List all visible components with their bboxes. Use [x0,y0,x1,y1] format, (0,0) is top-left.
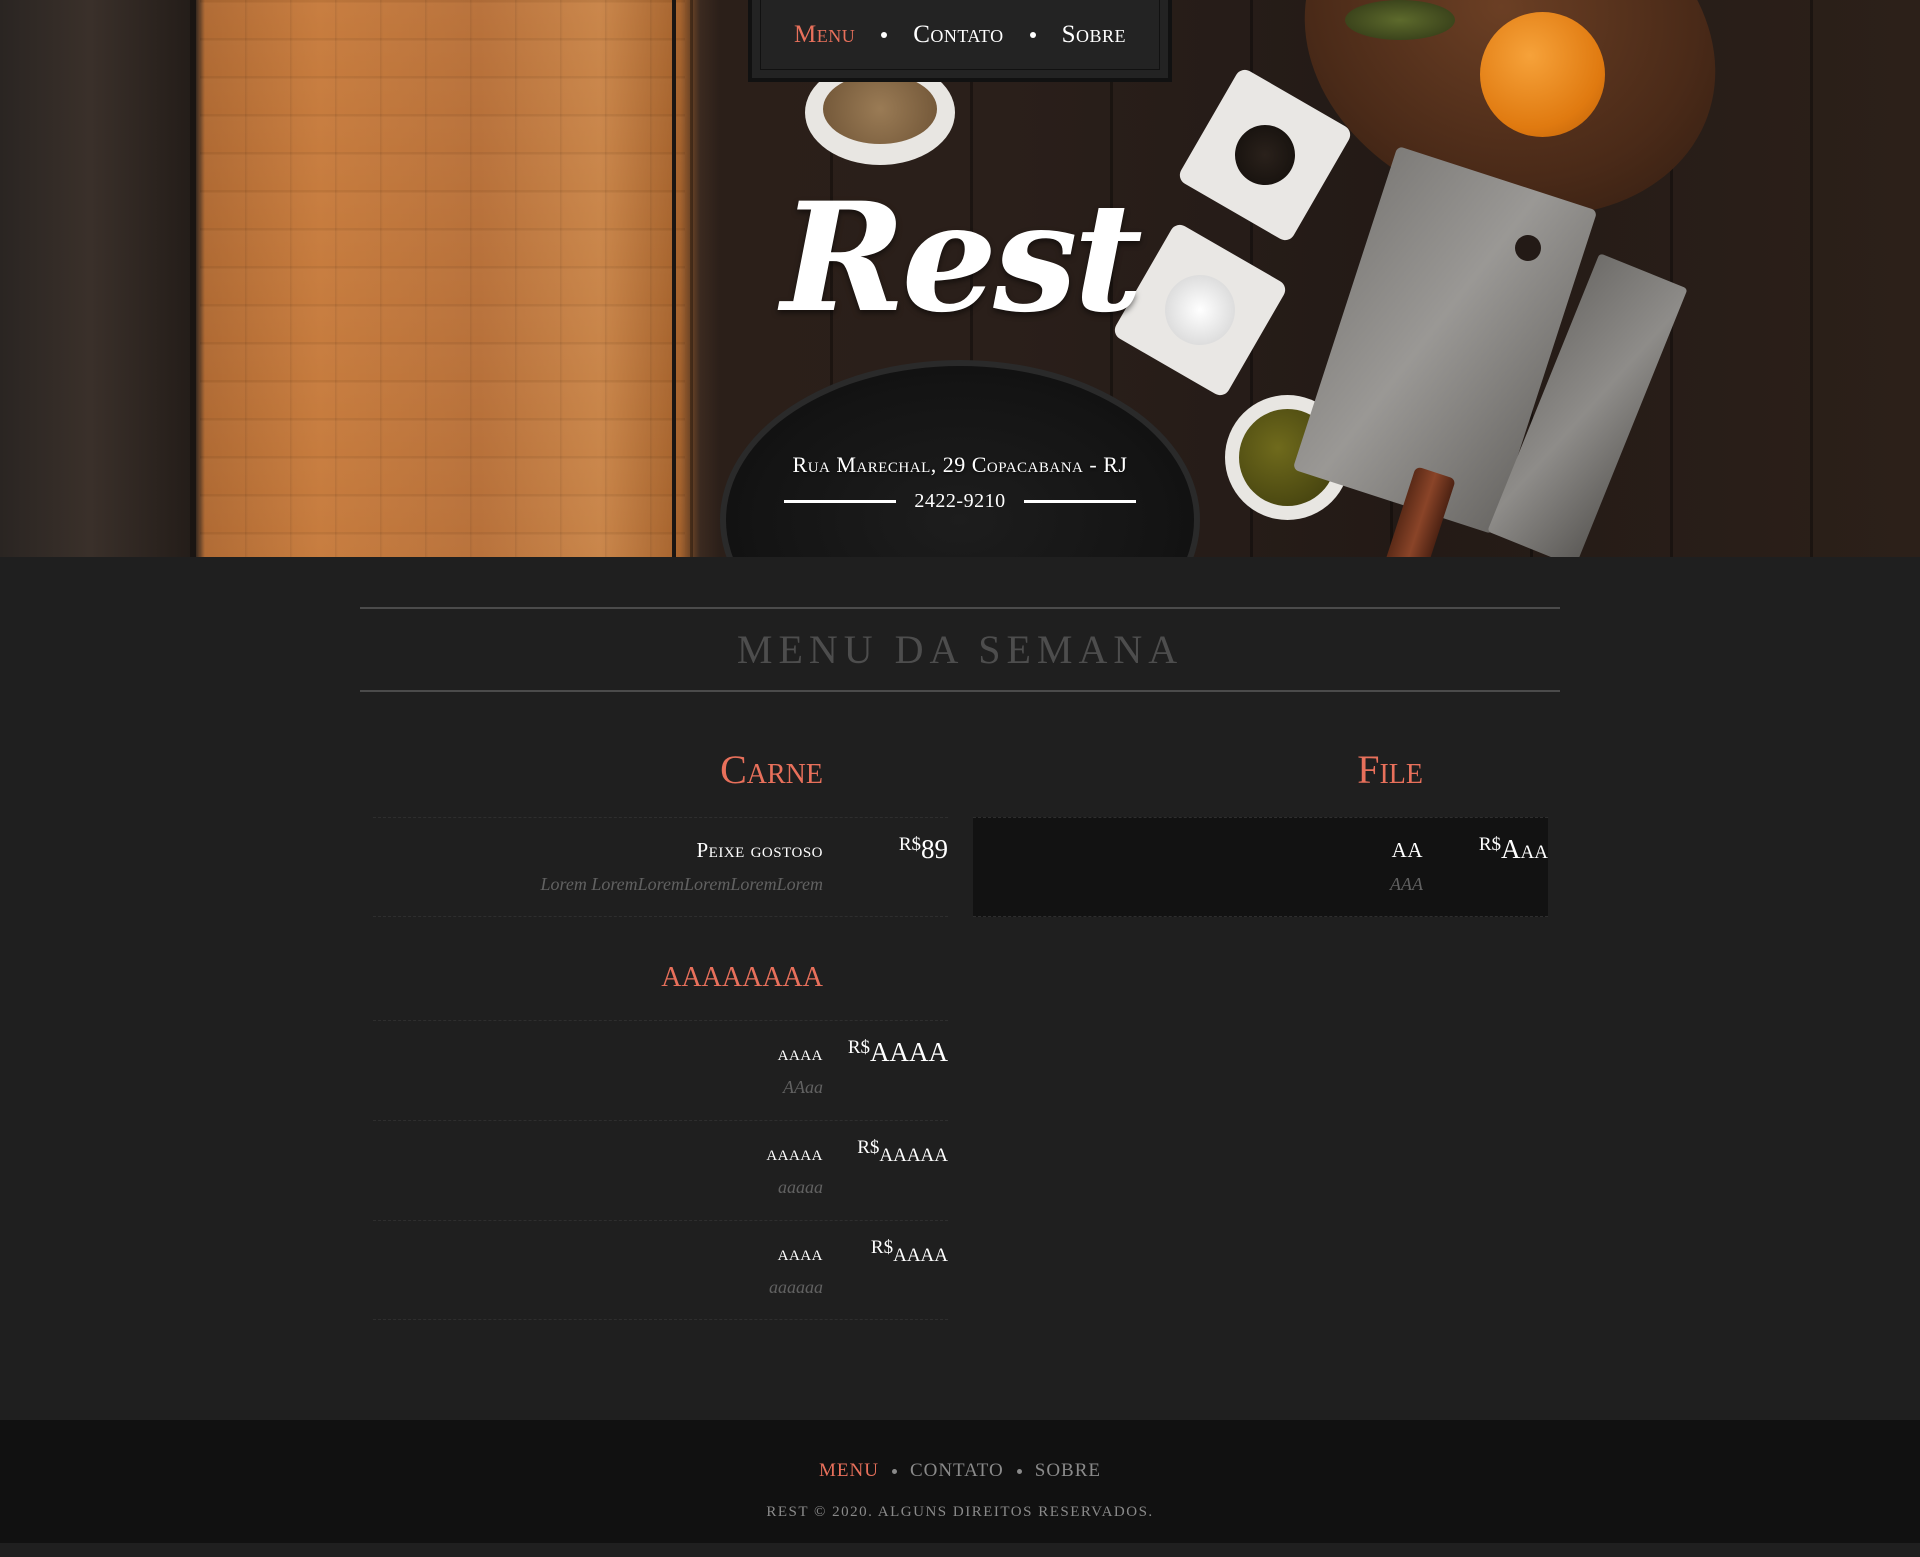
site-footer: MENU CONTATO SOBRE REST © 2020. ALGUNS D… [0,1420,1920,1543]
menu-category: aaaaaaaa aaaa AAaa R$AAAA aaaaa aaaaa R$… [373,943,948,1320]
price-value: aaaa [893,1237,948,1267]
herb-image [1345,0,1455,40]
divider-line [1023,500,1136,503]
price-value: Aaa [1501,834,1548,864]
copyright-text: REST © 2020. ALGUNS DIREITOS RESERVADOS. [766,1504,1154,1520]
item-price: R$aaaa [871,1237,948,1268]
price-value: aaaaa [879,1137,948,1167]
item-price: R$AAAA [848,1037,948,1068]
menu-title: MENU DA SEMANA [736,627,1184,672]
menu-category: Carne Peixe gostoso Lorem LoremLoremLore… [373,740,948,917]
item-name: aaaa [777,1241,823,1265]
address-text: Rua Marechal, 29 Copacabana - RJ [792,452,1128,477]
currency-symbol: R$ [1478,834,1502,855]
nav-link-contato[interactable]: Contato [913,21,1003,49]
footer-link-contato[interactable]: CONTATO [910,1460,1004,1482]
item-price: R$aaaaa [857,1137,948,1168]
dot-icon [1016,1468,1022,1474]
price-value: AAAA [870,1037,948,1067]
item-name: aaaa [777,1041,823,1065]
dot-icon [881,31,888,38]
item-description: Lorem LoremLoremLoremLoremLorem [540,874,823,894]
menu-column-left: Carne Peixe gostoso Lorem LoremLoremLore… [373,740,948,1320]
menu-item: AA AAA R$Aaa [973,817,1548,917]
nav-link-menu[interactable]: Menu [794,21,855,49]
phone-number: 2422-9210 [914,490,1006,512]
footer-link-sobre[interactable]: SOBRE [1035,1460,1101,1482]
menu-item: aaaaa aaaaa R$aaaaa [373,1120,948,1220]
category-title: aaaaaaaa [661,950,823,995]
divider-line [784,500,897,503]
menu-column-right: File AA AAA R$Aaa [973,740,1548,917]
currency-symbol: R$ [847,1037,870,1058]
menu-item: aaaa AAaa R$AAAA [373,1020,948,1120]
top-navigation: Menu Contato Sobre [748,0,1172,82]
dot-icon [891,1468,897,1474]
item-price: R$Aaa [1479,834,1548,865]
hero-banner: Menu Contato Sobre Rest Rua Marechal, 29… [0,0,1920,557]
currency-symbol: R$ [898,834,921,855]
category-title: Carne [720,747,823,792]
item-price: R$89 [899,834,948,865]
item-name: aaaaa [766,1141,823,1165]
item-name: AA [1391,838,1423,862]
item-description: aaaaaa [769,1277,823,1297]
item-name: Peixe gostoso [696,838,823,862]
category-title: File [1357,747,1423,792]
phone-row: 2422-9210 [0,490,1920,513]
item-description: AAaa [783,1077,823,1097]
footer-link-menu[interactable]: MENU [819,1460,879,1482]
currency-symbol: R$ [857,1137,880,1158]
price-value: 89 [921,834,948,864]
menu-category: File AA AAA R$Aaa [973,740,1548,917]
item-description: AAA [1390,874,1423,894]
menu-title-bar: MENU DA SEMANA [360,607,1560,692]
nav-link-sobre[interactable]: Sobre [1062,21,1126,49]
item-description: aaaaa [778,1177,823,1197]
footer-navigation: MENU CONTATO SOBRE [0,1460,1920,1482]
menu-item: aaaa aaaaaa R$aaaa [373,1220,948,1320]
menu-item: Peixe gostoso Lorem LoremLoremLoremLorem… [373,817,948,917]
currency-symbol: R$ [870,1237,894,1258]
orange-image [1480,12,1605,137]
dot-icon [1029,31,1036,38]
site-logo: Rest [781,170,1143,346]
